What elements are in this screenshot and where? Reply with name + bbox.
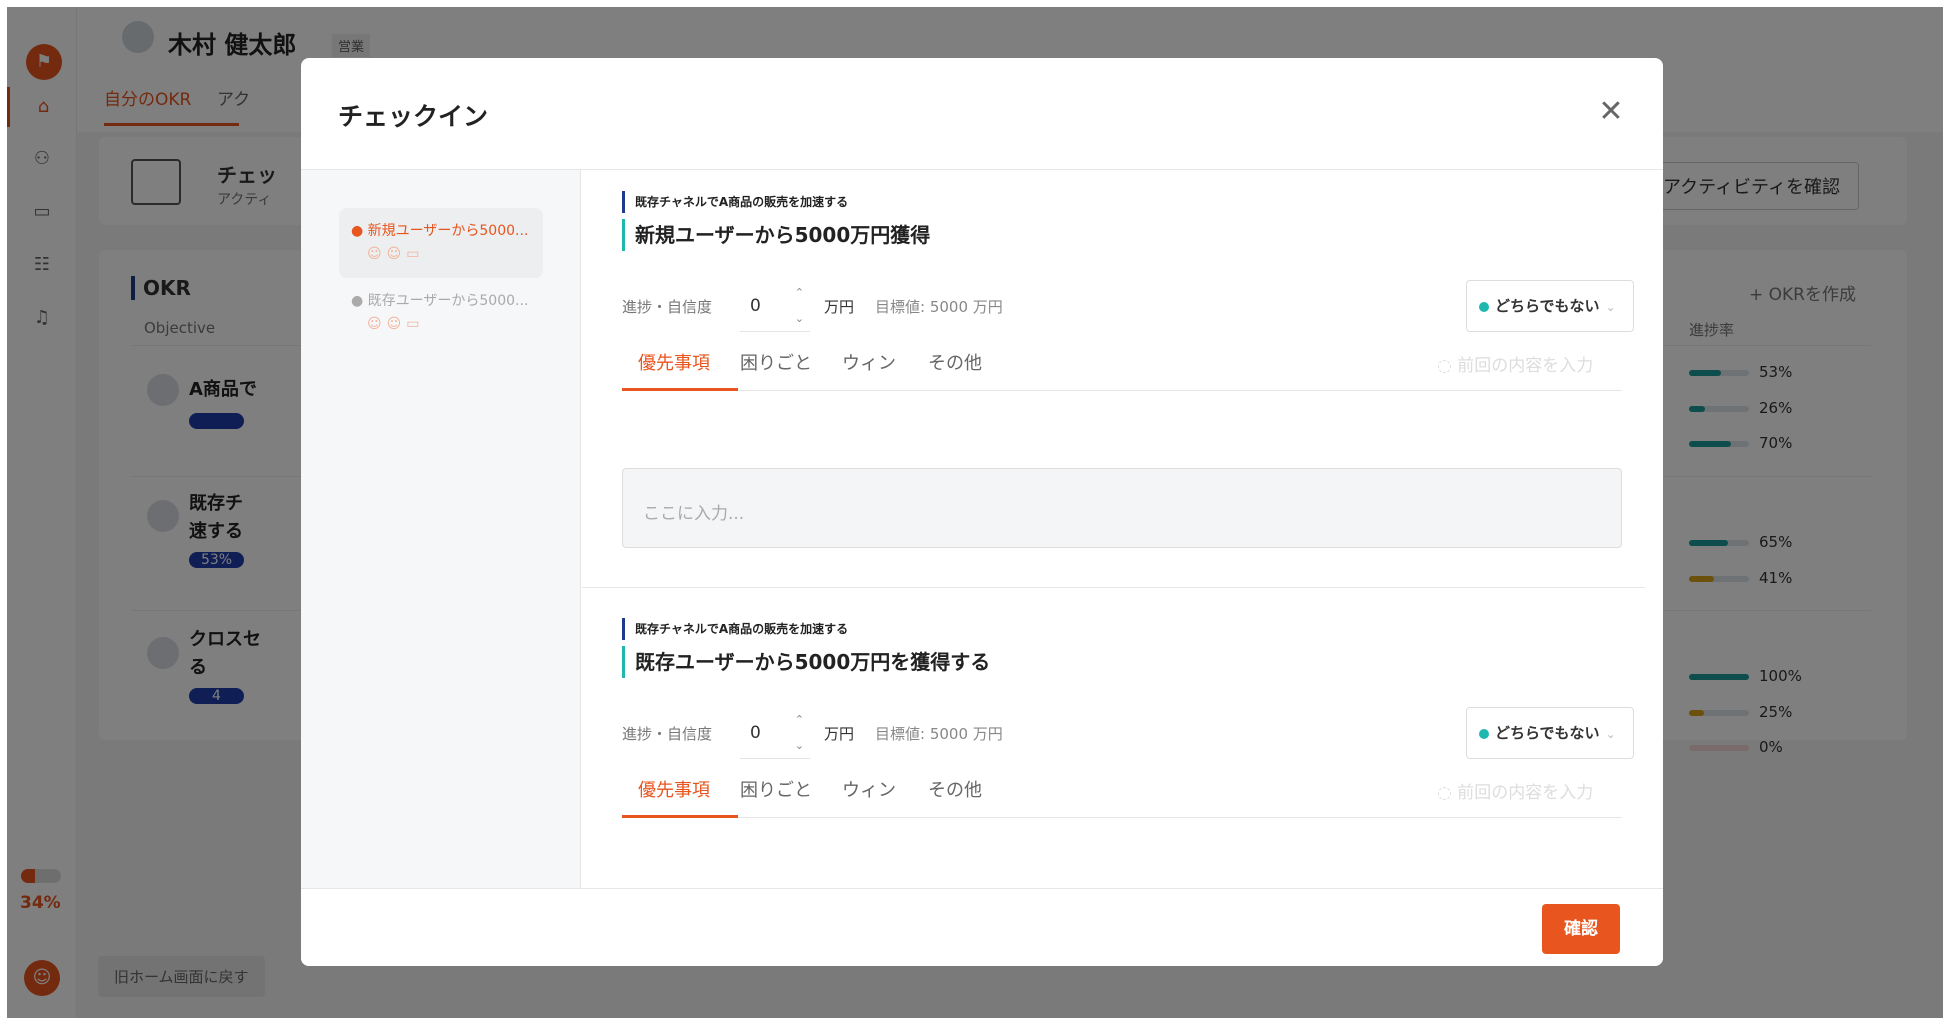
tab-wins[interactable]: ウィン: [842, 349, 896, 375]
modal-header: チェックイン ✕: [301, 58, 1663, 170]
checkin-modal: チェックイン ✕ ● 新規ユーザーから5000... ☺☺▭ ● 既存ユーザーか…: [301, 58, 1663, 966]
unit-label: 万円: [824, 725, 855, 743]
active-tab-underline: [622, 815, 738, 818]
section-divider: [582, 587, 1645, 588]
kr-sidebar-item[interactable]: ● 既存ユーザーから5000... ☺☺▭: [339, 278, 543, 348]
status-dot-icon: [1479, 728, 1489, 739]
tab-priorities[interactable]: 優先事項: [638, 349, 710, 375]
key-result-title: 既存ユーザーから5000万円を獲得する: [622, 646, 990, 678]
confidence-dropdown[interactable]: どちらでもない ⌄: [1466, 280, 1634, 332]
spinner-icon[interactable]: ⌃ ⌄: [795, 707, 804, 759]
progress-label: 進捗・自信度: [622, 298, 713, 316]
copy-previous-button[interactable]: ◌ 前回の内容を入力: [1437, 351, 1593, 376]
checkin-tabs: 優先事項 困りごと ウィン その他 ◌ 前回の内容を入力: [622, 762, 1622, 818]
objective-label: 既存チャネルでA商品の販売を加速する: [622, 618, 848, 640]
confidence-dropdown[interactable]: どちらでもない ⌄: [1466, 707, 1634, 759]
checkin-status-icons: ☺☺▭: [367, 316, 425, 332]
progress-row: 進捗・自信度 0 ⌃ ⌄ 万円 目標値: 5000 万円 どちらでもない ⌄: [622, 707, 1634, 759]
modal-title: チェックイン: [338, 102, 489, 131]
tab-problems[interactable]: 困りごと: [740, 349, 812, 375]
progress-row: 進捗・自信度 0 ⌃ ⌄ 万円 目標値: 5000 万円 どちらでもない ⌄: [622, 280, 1634, 332]
tab-other[interactable]: その他: [928, 349, 982, 375]
app-window: ⚑ ⌂ ⚇ ▭ ☷ ♫ 34% ☺ 木村 健太郎 営業 自分のOKR アク チェ…: [7, 7, 1943, 1018]
chevron-down-icon: ⌄: [1605, 727, 1616, 741]
progress-label: 進捗・自信度: [622, 725, 713, 743]
active-tab-underline: [622, 388, 738, 391]
progress-value-input[interactable]: 0 ⌃ ⌄: [740, 280, 810, 332]
tab-wins[interactable]: ウィン: [842, 776, 896, 802]
modal-footer: 確認: [301, 888, 1663, 966]
progress-value-input[interactable]: 0 ⌃ ⌄: [740, 707, 810, 759]
copy-previous-button[interactable]: ◌ 前回の内容を入力: [1437, 778, 1593, 803]
close-icon[interactable]: ✕: [1591, 92, 1631, 132]
checkin-status-icons: ☺☺▭: [367, 246, 425, 262]
spinner-icon[interactable]: ⌃ ⌄: [795, 280, 804, 332]
unit-label: 万円: [824, 298, 855, 316]
kr-sidebar: ● 新規ユーザーから5000... ☺☺▭ ● 既存ユーザーから5000... …: [301, 170, 581, 888]
key-result-title: 新規ユーザーから5000万円獲得: [622, 219, 930, 251]
checkin-tabs: 優先事項 困りごと ウィン その他 ◌ 前回の内容を入力: [622, 335, 1622, 391]
objective-label: 既存チャネルでA商品の販売を加速する: [622, 191, 848, 213]
tab-priorities[interactable]: 優先事項: [638, 776, 710, 802]
target-value: 目標値: 5000 万円: [875, 298, 1003, 316]
confirm-button[interactable]: 確認: [1542, 904, 1620, 954]
tab-problems[interactable]: 困りごと: [740, 776, 812, 802]
modal-body: 既存チャネルでA商品の販売を加速する 新規ユーザーから5000万円獲得 進捗・自…: [582, 170, 1663, 888]
kr-sidebar-label: ● 既存ユーザーから5000...: [351, 293, 529, 309]
status-dot-icon: [1479, 301, 1489, 312]
checkin-textarea[interactable]: ここに入力...: [622, 468, 1622, 548]
target-value: 目標値: 5000 万円: [875, 725, 1003, 743]
kr-sidebar-item[interactable]: ● 新規ユーザーから5000... ☺☺▭: [339, 208, 543, 278]
kr-sidebar-label: ● 新規ユーザーから5000...: [351, 223, 529, 239]
tab-other[interactable]: その他: [928, 776, 982, 802]
chevron-down-icon: ⌄: [1605, 300, 1616, 314]
